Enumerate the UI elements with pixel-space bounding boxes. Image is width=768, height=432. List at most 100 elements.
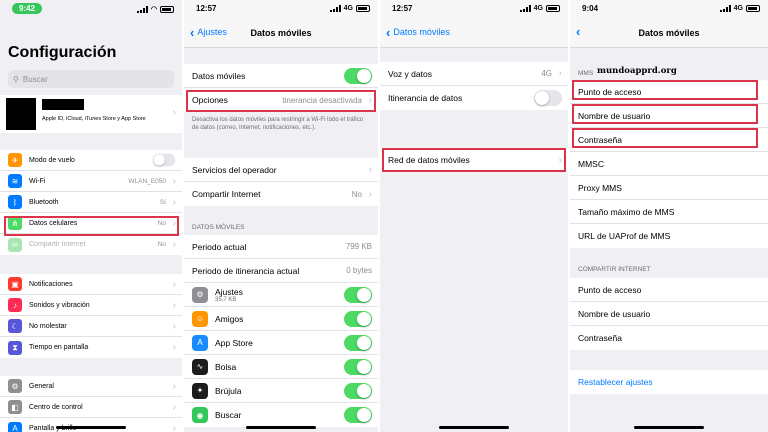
hotspot-row[interactable]: Compartir Internet No › (184, 182, 378, 206)
app-row-buscar[interactable]: ◉ Buscar (184, 403, 378, 427)
data-roaming-row[interactable]: Itinerancia de datos (380, 86, 568, 110)
app-toggle[interactable] (344, 382, 372, 399)
row-value: 799 KB (345, 242, 372, 251)
app-toggle[interactable] (344, 407, 372, 423)
current-period-row: Periodo actual 799 KB (184, 235, 378, 259)
moon-icon: ☾ (8, 319, 22, 333)
app-toggle[interactable] (344, 358, 372, 375)
mms-uaprof-row[interactable]: URL de UAProf de MMS (570, 224, 768, 248)
settings-row-wifi[interactable]: ≋ Wi-Fi WLAN_E050 › (0, 171, 182, 192)
app-toggle[interactable] (344, 286, 372, 303)
app-toggle[interactable] (344, 334, 372, 351)
settings-row-dnd[interactable]: ☾ No molestar › (0, 316, 182, 337)
chevron-right-icon: › (172, 320, 176, 332)
settings-row-general[interactable]: ⚙ General › (0, 376, 182, 397)
cellular-data-toggle[interactable] (344, 67, 372, 84)
mmsc-row[interactable]: MMSC (570, 152, 768, 176)
highlight-username (572, 104, 758, 124)
avatar (6, 98, 36, 130)
status-bar: 9:04 4G (570, 0, 768, 20)
settings-row-notifications[interactable]: ▣ Notificaciones › (0, 274, 182, 295)
row-label: Nombre de usuario (578, 308, 651, 319)
battery-icon (746, 5, 760, 12)
row-value: No (351, 189, 362, 199)
carrier-services-row[interactable]: Servicios del operador › (184, 158, 378, 182)
app-row-brujula[interactable]: ✦ Brújula (184, 379, 378, 403)
app-label: App Store (215, 337, 253, 348)
app-row-amigos[interactable]: ☺ Amigos (184, 307, 378, 331)
reset-label: Restablecer ajustes (578, 377, 653, 387)
chevron-right-icon: › (368, 188, 372, 200)
app-row-app-store[interactable]: A App Store (184, 331, 378, 355)
app-label: Ajustes (215, 286, 243, 297)
settings-row-screentime[interactable]: ⧗ Tiempo en pantalla › (0, 337, 182, 358)
app-label: Bolsa (215, 361, 237, 372)
data-roaming-toggle[interactable] (534, 90, 562, 106)
highlight-apn (572, 80, 758, 100)
signal-icon (519, 5, 531, 12)
battery-icon (160, 5, 174, 13)
section-header-share: COMPARTIR INTERNET (578, 266, 651, 273)
mms-max-size-row[interactable]: Tamaño máximo de MMS (570, 200, 768, 224)
row-value: WLAN_E050 (128, 177, 166, 185)
row-label: General (29, 382, 54, 390)
share-apn-row[interactable]: Punto de acceso (570, 278, 768, 302)
signal-icon (136, 5, 148, 13)
notifications-icon: ▣ (8, 277, 22, 291)
voice-data-row[interactable]: Voz y datos 4G › (380, 62, 568, 86)
bluetooth-icon: ᛒ (8, 195, 22, 209)
row-label: URL de UAProf de MMS (578, 231, 671, 241)
cellular-network-screen: 9:04 4G ‹ Datos móviles MMS mundoapprd.o… (570, 0, 768, 432)
highlight-password (572, 128, 758, 148)
settings-row-bluetooth[interactable]: ᛒ Bluetooth Sí › (0, 192, 182, 213)
share-password-row[interactable]: Contraseña (570, 326, 768, 350)
stocks-app-icon: ∿ (192, 358, 208, 375)
app-toggle[interactable] (344, 310, 372, 327)
home-indicator (246, 426, 316, 429)
search-icon: ⚲ (13, 74, 19, 84)
connectivity-group: ✈ Modo de vuelo ≋ Wi-Fi WLAN_E050 › ᛒ Bl… (0, 150, 182, 255)
reset-group: Restablecer ajustes (570, 370, 768, 394)
chevron-right-icon: › (172, 299, 176, 311)
airplane-toggle[interactable] (152, 153, 176, 167)
back-button[interactable]: ‹ Datos móviles (386, 24, 450, 40)
row-label: Itinerancia de datos (388, 93, 463, 103)
row-label: Periodo de itinerancia actual (192, 265, 300, 276)
usage-group: Periodo actual 799 KB Periodo de itinera… (184, 235, 378, 427)
status-bar: 12:57 4G (184, 0, 378, 20)
settings-row-airplane[interactable]: ✈ Modo de vuelo (0, 150, 182, 171)
settings-app-icon: ⚙ (192, 286, 208, 303)
row-value: No (157, 241, 166, 248)
app-store-icon: A (192, 334, 208, 351)
reset-settings-button[interactable]: Restablecer ajustes (570, 370, 768, 394)
search-input[interactable]: ⚲ Buscar (8, 70, 174, 88)
nav-bar: ‹ Datos móviles (380, 20, 568, 48)
row-label: Notificaciones (29, 280, 73, 288)
row-label: Servicios del operador (192, 164, 277, 175)
mms-proxy-row[interactable]: Proxy MMS (570, 176, 768, 200)
chevron-left-icon: ‹ (386, 24, 391, 40)
row-value: 0 bytes (346, 266, 372, 275)
cellular-data-screen: 12:57 4G ‹ Ajustes Datos móviles Datos m… (184, 0, 378, 432)
highlight-options (186, 90, 376, 112)
section-header-mms: MMS (578, 70, 594, 77)
chevron-right-icon: › (172, 342, 176, 353)
account-subtitle: Apple ID, iCloud, iTunes Store y App Sto… (42, 116, 146, 122)
friends-app-icon: ☺ (192, 310, 208, 327)
settings-row-display[interactable]: A Pantalla y brillo › (0, 418, 182, 432)
status-bar: 12:57 4G (380, 0, 568, 20)
row-label: Compartir Internet (192, 189, 261, 199)
app-row-ajustes[interactable]: ⚙ Ajustes 35,7 KB (184, 283, 378, 307)
account-row[interactable]: Apple ID, iCloud, iTunes Store y App Sto… (0, 95, 182, 133)
account-name-redacted (42, 99, 84, 110)
row-label: Modo de vuelo (29, 156, 75, 164)
wifi-status-icon: ◠ (150, 6, 157, 13)
app-row-bolsa[interactable]: ∿ Bolsa (184, 355, 378, 379)
settings-row-sounds[interactable]: ♪ Sonidos y vibración › (0, 295, 182, 316)
row-label: Tiempo en pantalla (29, 344, 89, 351)
settings-row-control-center[interactable]: ◧ Centro de control › (0, 397, 182, 418)
settings-row-hotspot[interactable]: ∞ Compartir Internet No › (0, 234, 182, 255)
cellular-data-row[interactable]: Datos móviles (184, 64, 378, 88)
share-username-row[interactable]: Nombre de usuario (570, 302, 768, 326)
watermark: mundoapprd.org (597, 66, 677, 76)
